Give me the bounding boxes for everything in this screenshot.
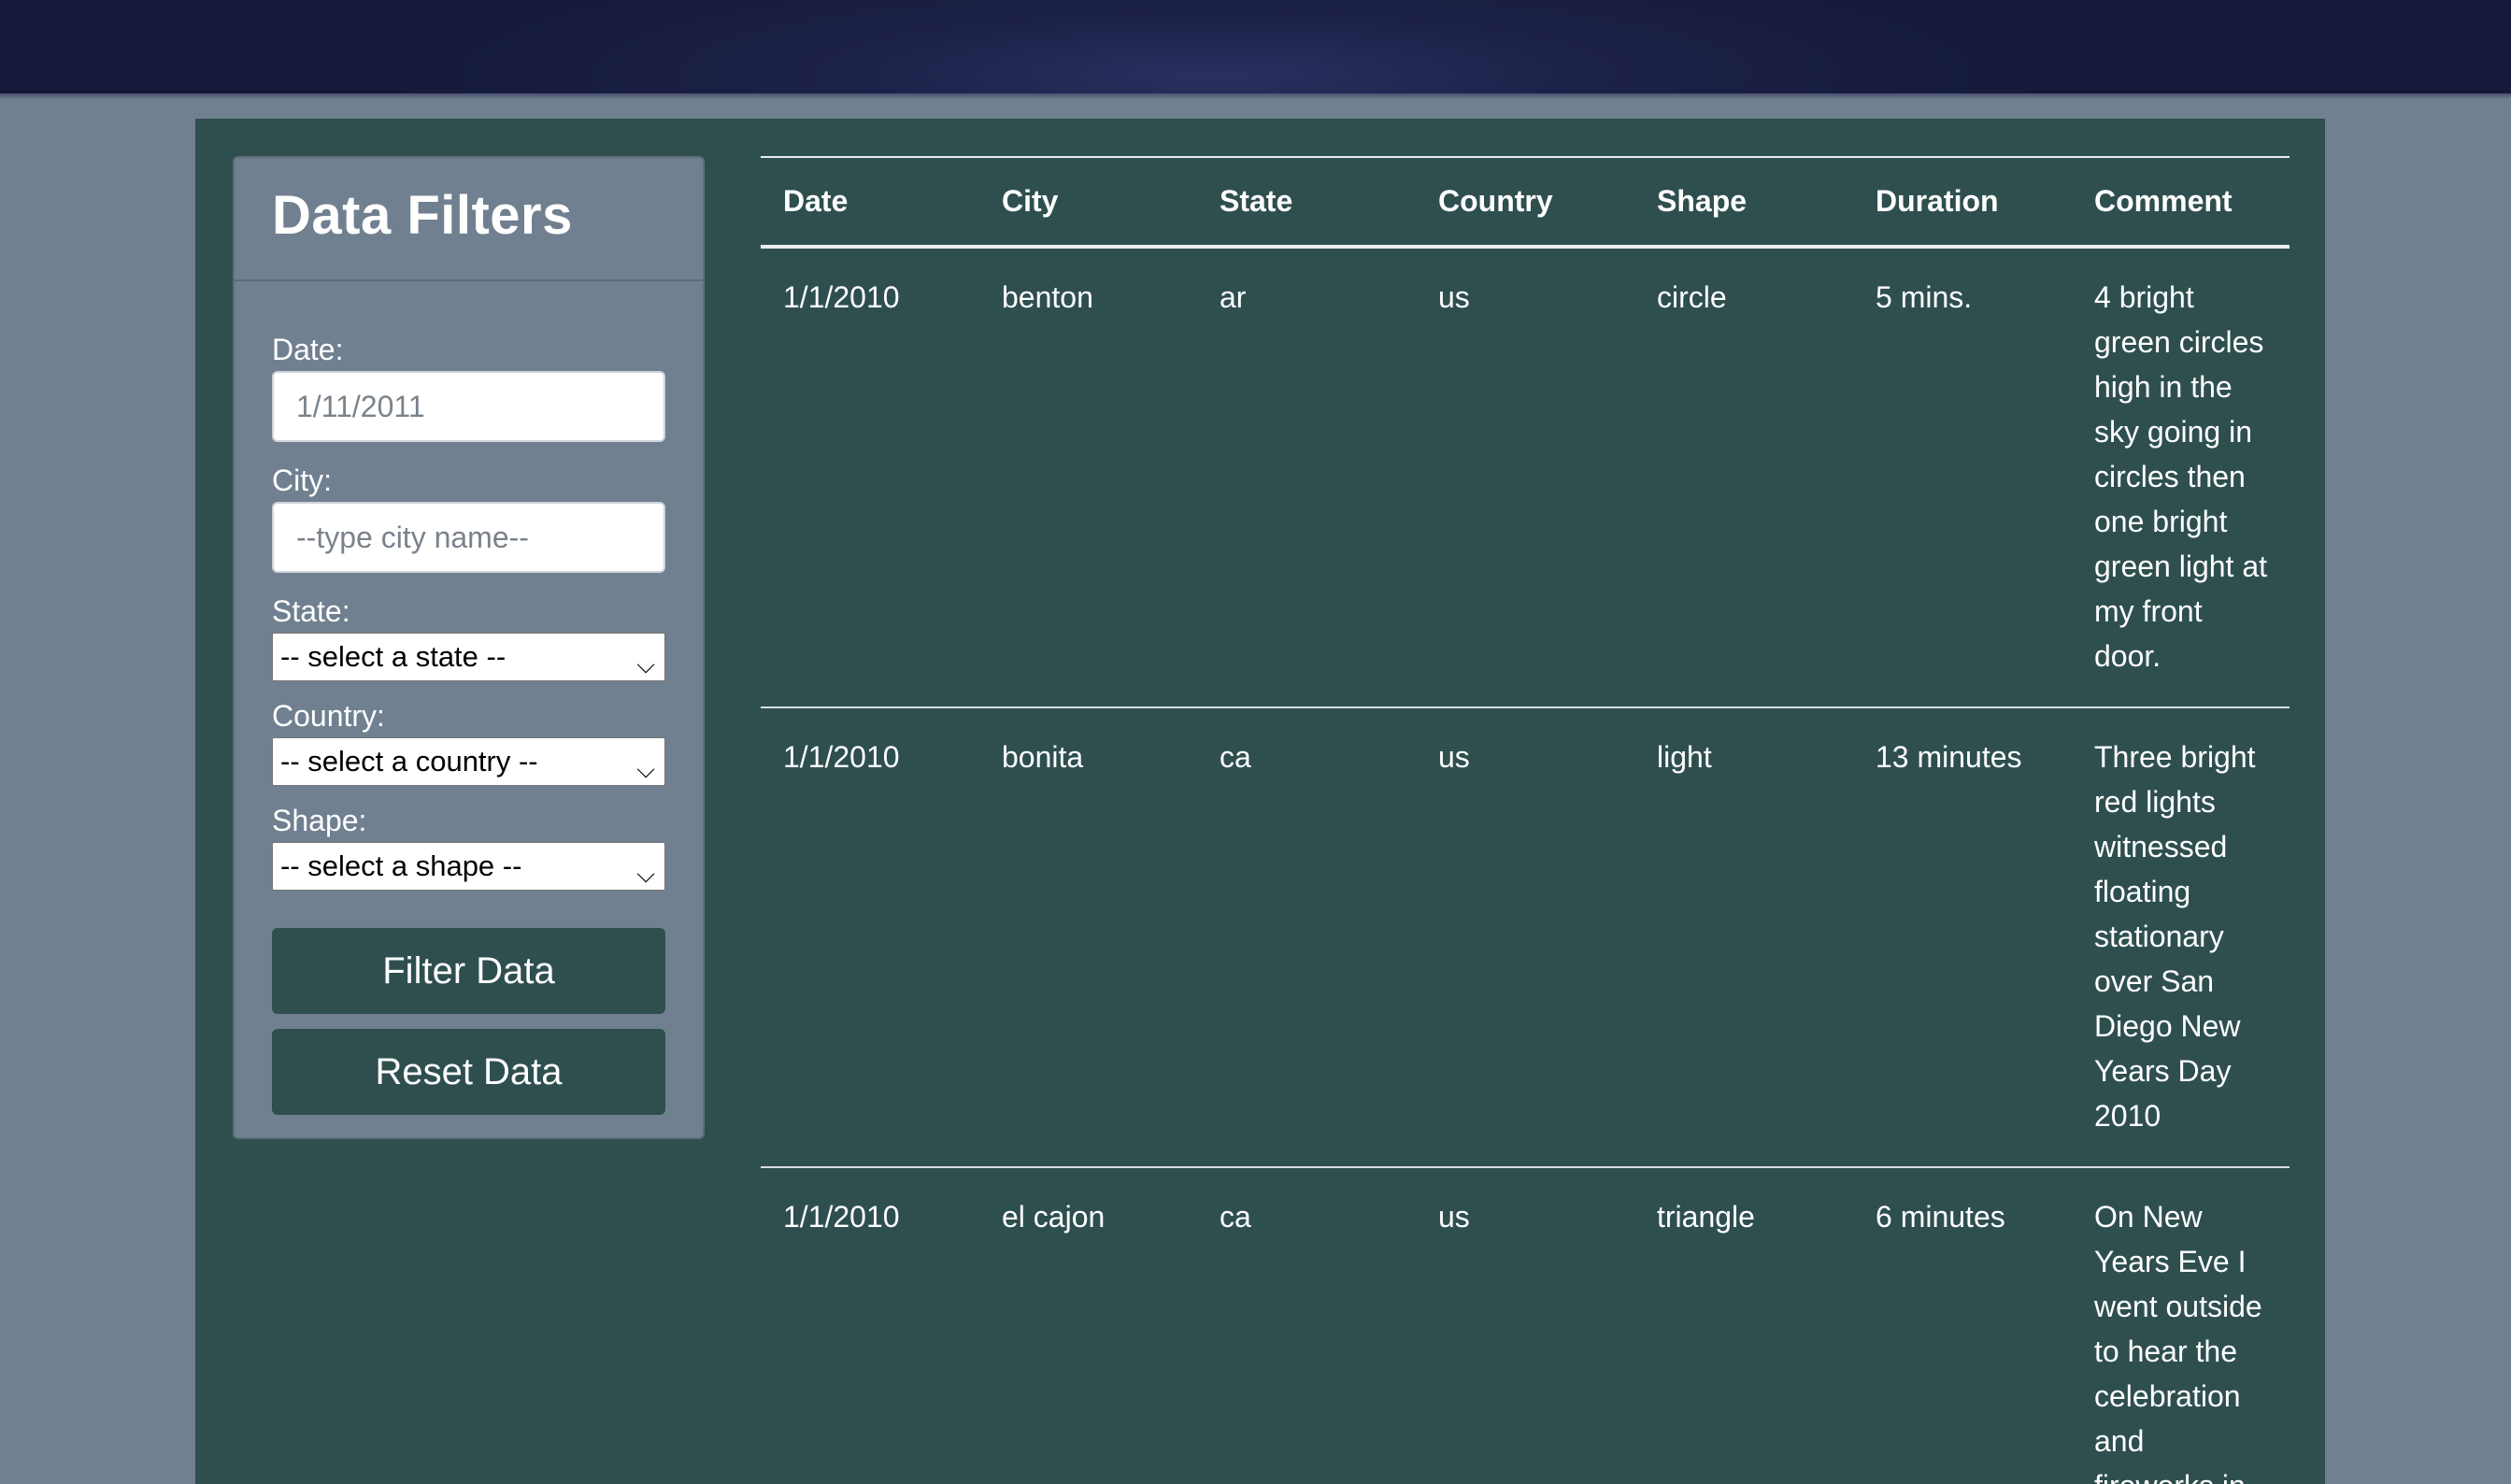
column-header-shape: Shape	[1657, 184, 1748, 218]
cell-duration: 13 minutes	[1853, 707, 2072, 1168]
column-header-city: City	[1002, 184, 1059, 218]
filter-panel: Data Filters Date: City: State: -- selec…	[233, 156, 705, 1139]
ufo-table: Date City State Country Shape Duration C…	[761, 156, 2290, 1484]
cell-duration: 5 mins.	[1853, 247, 2072, 708]
column-header-duration: Duration	[1876, 184, 1999, 218]
table-header-row: Date City State Country Shape Duration C…	[761, 157, 2290, 247]
hero-banner	[0, 0, 2511, 99]
date-label: Date:	[272, 333, 344, 366]
table-row: 1/1/2010 benton ar us circle 5 mins. 4 b…	[761, 247, 2290, 708]
shape-select-value: -- select a shape --	[280, 849, 522, 882]
column-header-state: State	[1220, 184, 1293, 218]
date-input[interactable]	[272, 371, 665, 442]
country-select[interactable]: -- select a country -- ⌵	[272, 737, 665, 786]
cell-comment: 4 bright green circles high in the sky g…	[2072, 247, 2290, 708]
filter-panel-title: Data Filters	[272, 185, 573, 246]
state-select-value: -- select a state --	[280, 640, 506, 673]
cell-country: us	[1416, 247, 1634, 708]
state-select[interactable]: -- select a state -- ⌵	[272, 633, 665, 681]
filter-data-button[interactable]: Filter Data	[272, 928, 665, 1014]
column-header-country: Country	[1438, 184, 1553, 218]
filter-panel-header: Data Filters	[235, 158, 703, 281]
table-body: 1/1/2010 benton ar us circle 5 mins. 4 b…	[761, 247, 2290, 1484]
country-label: Country:	[272, 699, 385, 733]
cell-city: el cajon	[979, 1167, 1197, 1484]
filter-panel-body: Date: City: State: -- select a state -- …	[235, 281, 703, 1115]
chevron-down-icon: ⌵	[636, 650, 655, 678]
chevron-down-icon: ⌵	[636, 755, 655, 783]
cell-state: ar	[1197, 247, 1416, 708]
cell-duration: 6 minutes	[1853, 1167, 2072, 1484]
chevron-down-icon: ⌵	[636, 860, 655, 888]
cell-comment: On New Years Eve I went outside to hear …	[2072, 1167, 2290, 1484]
cell-state: ca	[1197, 1167, 1416, 1484]
column-header-date: Date	[783, 184, 849, 218]
country-select-value: -- select a country --	[280, 745, 538, 778]
column-header-comment: Comment	[2094, 184, 2233, 218]
state-label: State:	[272, 594, 350, 628]
cell-shape: circle	[1634, 247, 1853, 708]
cell-country: us	[1416, 1167, 1634, 1484]
cell-city: benton	[979, 247, 1197, 708]
cell-date: 1/1/2010	[761, 247, 979, 708]
cell-date: 1/1/2010	[761, 1167, 979, 1484]
cell-shape: light	[1634, 707, 1853, 1168]
cell-state: ca	[1197, 707, 1416, 1168]
cell-city: bonita	[979, 707, 1197, 1168]
city-label: City:	[272, 464, 332, 497]
table-row: 1/1/2010 el cajon ca us triangle 6 minut…	[761, 1167, 2290, 1484]
city-input[interactable]	[272, 502, 665, 573]
cell-country: us	[1416, 707, 1634, 1168]
shape-select[interactable]: -- select a shape -- ⌵	[272, 842, 665, 891]
ufo-table-container: Date City State Country Shape Duration C…	[761, 156, 2290, 1484]
table-header: Date City State Country Shape Duration C…	[761, 157, 2290, 247]
reset-data-button[interactable]: Reset Data	[272, 1029, 665, 1115]
shape-label: Shape:	[272, 804, 367, 837]
table-row: 1/1/2010 bonita ca us light 13 minutes T…	[761, 707, 2290, 1168]
cell-shape: triangle	[1634, 1167, 1853, 1484]
cell-comment: Three bright red lights witnessed floati…	[2072, 707, 2290, 1168]
cell-date: 1/1/2010	[761, 707, 979, 1168]
main-content: Data Filters Date: City: State: -- selec…	[195, 119, 2325, 1484]
